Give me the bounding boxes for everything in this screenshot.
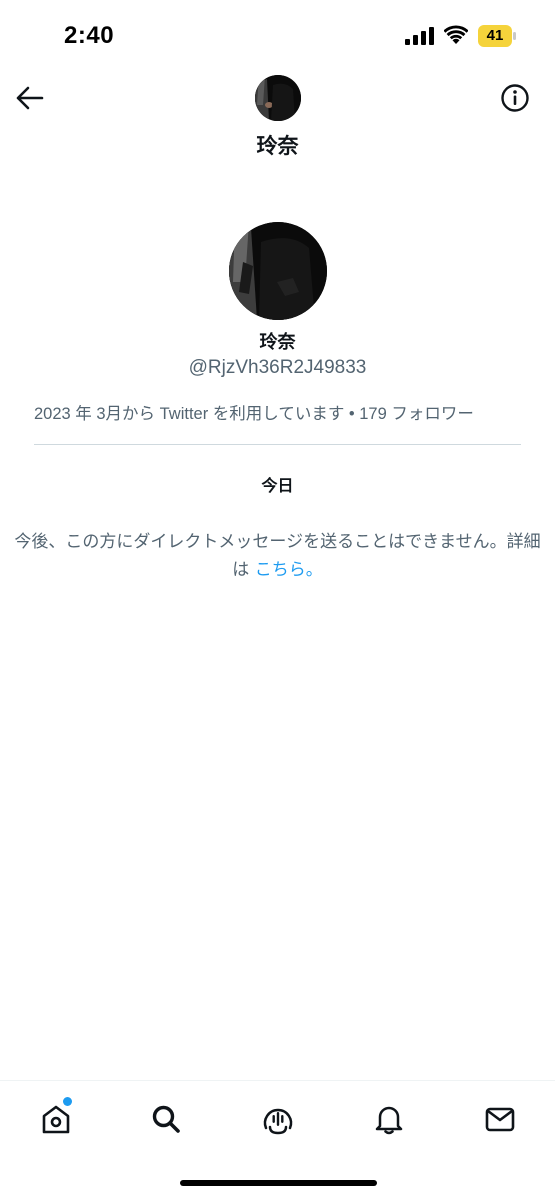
spaces-icon <box>263 1108 293 1135</box>
learn-more-link[interactable]: こちら。 <box>255 560 323 580</box>
nav-search[interactable] <box>146 1099 186 1139</box>
mail-icon <box>485 1107 515 1132</box>
home-icon <box>42 1105 70 1134</box>
profile-avatar[interactable] <box>229 222 327 320</box>
profile-meta: 2023 年 3月から Twitter を利用しています • 179 フォロワー <box>34 405 474 423</box>
home-notification-dot <box>63 1097 72 1106</box>
info-icon <box>501 84 529 112</box>
arrow-left-icon <box>16 86 44 110</box>
conversation-info-button[interactable] <box>497 80 533 116</box>
search-icon <box>152 1105 180 1133</box>
status-time: 2:40 <box>64 22 115 49</box>
header-title: 玲奈 <box>256 134 299 158</box>
header-avatar[interactable] <box>255 75 301 121</box>
date-separator: 今日 <box>261 476 294 495</box>
bell-icon <box>375 1106 403 1135</box>
cellular-signal-icon <box>405 27 434 45</box>
status-bar: 2:40 41 <box>0 0 555 70</box>
profile-name: 玲奈 <box>259 332 296 353</box>
nav-messages[interactable] <box>480 1099 520 1139</box>
battery-level: 41 <box>486 27 504 44</box>
back-button[interactable] <box>12 80 48 116</box>
home-indicator[interactable] <box>180 1180 377 1186</box>
divider <box>34 444 521 445</box>
profile-handle: @RjzVh36R2J49833 <box>188 357 367 378</box>
nav-spaces[interactable] <box>258 1099 298 1139</box>
battery-icon: 41 <box>478 25 516 47</box>
nav-notifications[interactable] <box>369 1099 409 1139</box>
dm-unavailable-notice: 今後、この方にダイレクトメッセージを送ることはできません。詳細は こちら。 <box>14 528 541 584</box>
wifi-icon <box>444 25 468 44</box>
